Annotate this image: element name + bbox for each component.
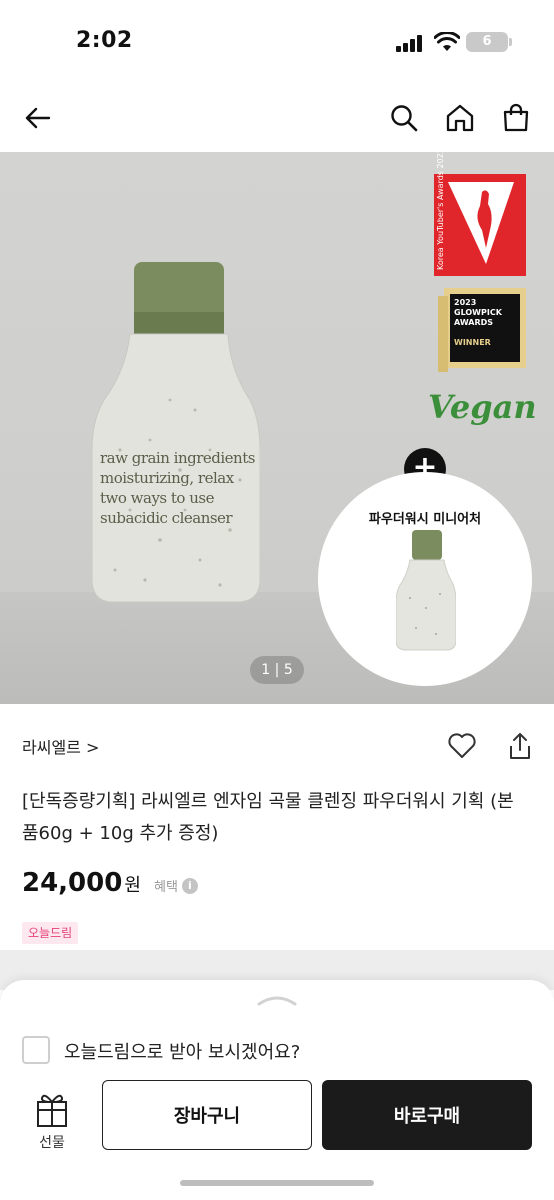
wishlist-button[interactable] <box>446 730 478 762</box>
award-figure-icon <box>448 182 514 264</box>
brand-link[interactable]: 라씨엘르 > <box>22 734 99 758</box>
purchase-bottom-sheet: 오늘드림으로 받아 보시겠어요? 선물 장바구니 바로구매 <box>0 980 554 1200</box>
status-bar: 2:02 6 <box>0 0 554 84</box>
home-button[interactable] <box>438 92 482 144</box>
battery-icon: 6 <box>466 32 508 52</box>
bottle-text-line: raw grain ingredients <box>100 449 255 467</box>
shopping-bag-icon <box>503 103 529 132</box>
today-delivery-label[interactable]: 오늘드림으로 받아 보시겠어요? <box>64 1038 300 1064</box>
benefit-link[interactable]: 혜택 <box>154 880 178 895</box>
cart-nav-button[interactable] <box>494 92 538 144</box>
bottle-text-line: subacidic cleanser <box>100 509 233 527</box>
bottle-text-line: moisturizing, relax <box>100 469 234 487</box>
back-button[interactable] <box>16 92 60 144</box>
home-indicator <box>180 1180 374 1186</box>
add-to-cart-button[interactable]: 장바구니 <box>102 1080 312 1150</box>
glowpick-line: AWARDS <box>454 318 494 327</box>
page-current: 1 <box>261 662 271 678</box>
glowpick-line: WINNER <box>454 338 491 347</box>
miniature-promo: 파우더워시 미니어처 <box>318 472 532 686</box>
gift-label: 선물 <box>39 1135 65 1151</box>
home-icon <box>446 104 474 132</box>
today-delivery-badge: 오늘드림 <box>22 922 79 944</box>
currency: 원 <box>124 875 141 896</box>
glowpick-award-logo: 2023 GLOWPICK AWARDS WINNER <box>434 284 526 376</box>
share-button[interactable] <box>506 730 534 762</box>
product-bottle-image <box>91 262 260 603</box>
bottle-text-line: two ways to use <box>100 489 214 507</box>
today-delivery-checkbox[interactable] <box>22 1036 50 1064</box>
page-total: 5 <box>283 662 293 678</box>
buy-now-button[interactable]: 바로구매 <box>322 1080 532 1150</box>
youtuber-award-logo: Korea YouTuber's Awards 2023 <box>434 148 526 276</box>
share-icon <box>510 733 530 759</box>
vegan-logo: Vegan <box>428 388 537 426</box>
glowpick-line: 2023 <box>454 298 477 307</box>
status-time: 2:02 <box>76 28 133 53</box>
page-separator: | <box>274 662 280 678</box>
price: 24,000 <box>22 868 123 898</box>
price-row: 24,000 원 혜택 i <box>22 868 322 908</box>
miniature-title: 파우더워시 미니어처 <box>368 512 482 527</box>
info-icon[interactable]: i <box>181 878 198 894</box>
back-arrow-icon <box>25 107 51 129</box>
youtuber-award-text: Korea YouTuber's Awards 2023 <box>436 148 445 270</box>
bottle-label: raw grain ingredients moisturizing, rela… <box>100 448 260 528</box>
chevron-up-icon[interactable] <box>255 992 299 1006</box>
product-title: [단독증량기획] 라씨엘르 엔자임 곡물 클렌징 파우더워시 기획 (본품60g… <box>22 791 514 844</box>
gift-button[interactable]: 선물 <box>22 1092 82 1152</box>
page-indicator: 1 | 5 <box>250 656 304 684</box>
search-button[interactable] <box>382 92 426 144</box>
glowpick-line: GLOWPICK <box>454 308 502 317</box>
gift-icon <box>37 1094 67 1127</box>
miniature-bottle-image <box>396 530 456 651</box>
wifi-icon <box>434 32 460 51</box>
battery-tip <box>509 38 512 46</box>
brand-row: 라씨엘르 > <box>22 730 532 762</box>
signal-icon <box>396 34 426 52</box>
search-icon <box>391 105 418 132</box>
top-nav <box>0 92 554 144</box>
heart-icon <box>448 733 476 758</box>
